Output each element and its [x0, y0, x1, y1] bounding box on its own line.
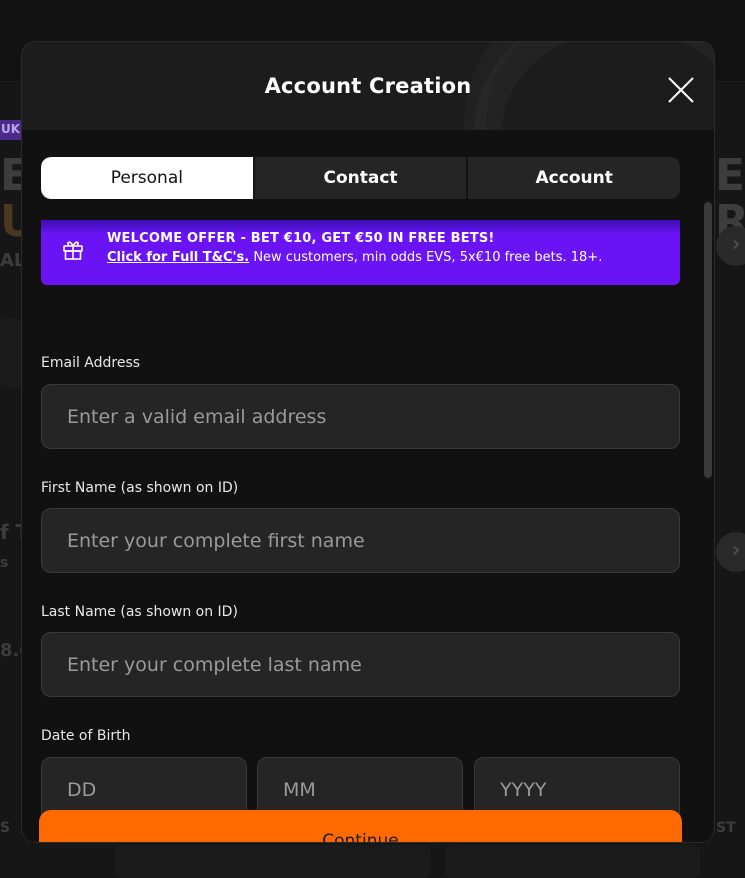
- dob-label: Date of Birth: [41, 728, 131, 744]
- promo-title: WELCOME OFFER - BET €10, GET €50 IN FREE…: [107, 231, 495, 246]
- chevron-right-icon: ›: [716, 532, 745, 572]
- modal-title: Account Creation: [264, 74, 472, 98]
- chevron-right-icon: ›: [716, 226, 745, 266]
- promo-terms: Click for Full T&C's. New customers, min…: [107, 250, 602, 265]
- last-name-field[interactable]: [41, 632, 680, 697]
- scrollbar[interactable]: [704, 202, 712, 478]
- background-card: [0, 318, 22, 388]
- modal-body[interactable]: Personal Contact Account WELCOME OFFER -…: [22, 130, 714, 843]
- tab-personal[interactable]: Personal: [41, 157, 253, 199]
- promo-text: New customers, min odds EVS, 5x€10 free …: [249, 250, 603, 265]
- background-card: [115, 845, 430, 878]
- gift-icon: [61, 237, 85, 261]
- terms-link[interactable]: Click for Full T&C's.: [107, 250, 249, 265]
- registration-steps-tabs: Personal Contact Account: [41, 157, 680, 199]
- welcome-offer-banner: WELCOME OFFER - BET €10, GET €50 IN FREE…: [41, 220, 680, 285]
- last-name-label: Last Name (as shown on ID): [41, 604, 238, 620]
- close-icon[interactable]: [667, 76, 695, 104]
- modal-header: Account Creation: [22, 42, 714, 130]
- background-hint: E: [715, 150, 745, 201]
- email-field[interactable]: [41, 384, 680, 449]
- background-hint: S: [0, 820, 11, 836]
- background-hint: s: [0, 555, 9, 571]
- background-card: [445, 845, 700, 878]
- tab-contact[interactable]: Contact: [252, 157, 467, 199]
- first-name-label: First Name (as shown on ID): [41, 480, 239, 496]
- background-hint: ST: [716, 820, 736, 836]
- account-creation-modal: Account Creation Personal Contact Accoun…: [21, 41, 715, 843]
- background-region-tag: UK: [0, 120, 22, 140]
- continue-label: Continue: [322, 831, 399, 843]
- email-label: Email Address: [41, 355, 141, 371]
- tab-account[interactable]: Account: [466, 157, 680, 199]
- continue-button[interactable]: Continue: [39, 810, 682, 843]
- first-name-field[interactable]: [41, 508, 680, 573]
